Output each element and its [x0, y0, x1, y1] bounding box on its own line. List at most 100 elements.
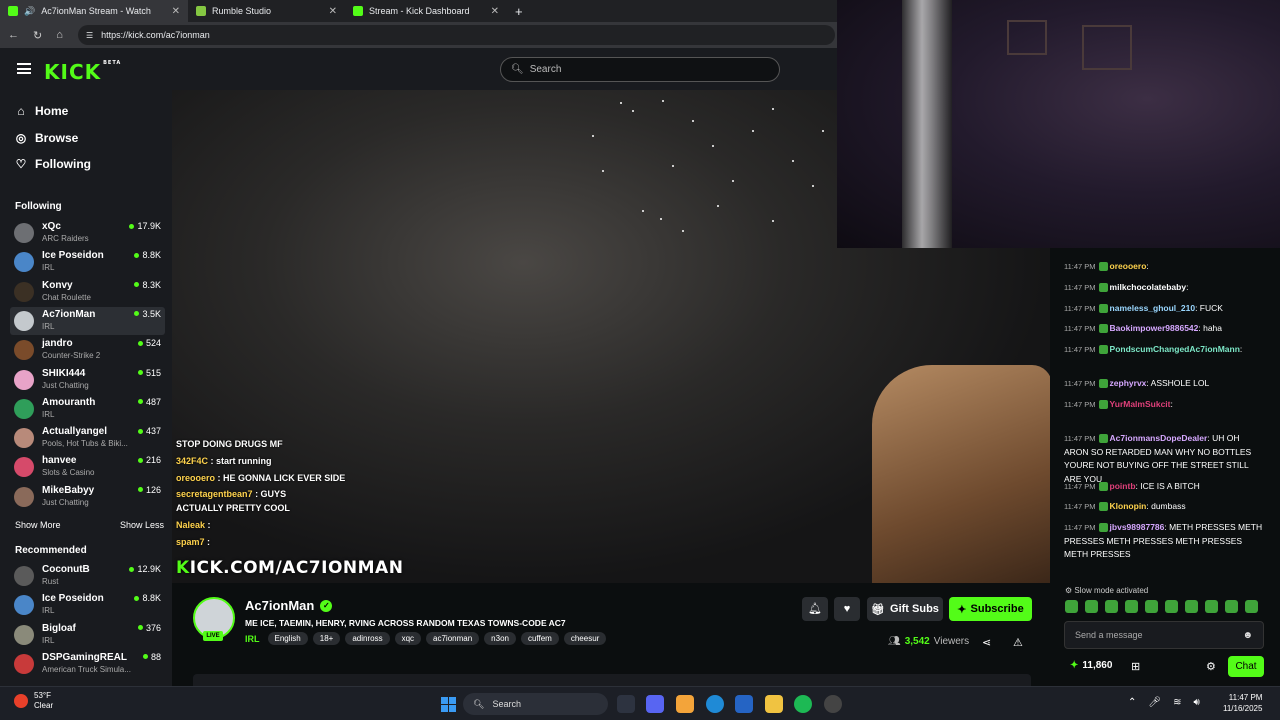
emote-icon[interactable] [1125, 600, 1138, 613]
task-view-icon[interactable] [617, 695, 635, 713]
chat-username[interactable]: Ac7ionmansDopeDealer [1110, 433, 1208, 443]
speaker-icon[interactable]: 🔊 [24, 6, 35, 17]
home-icon[interactable]: ⌂ [56, 29, 63, 41]
subscribe-button[interactable]: ✦ Subscribe [949, 597, 1032, 621]
category-link[interactable]: IRL [245, 634, 260, 644]
emoji-picker-icon[interactable]: ☻ [1242, 630, 1253, 641]
stream-tag[interactable]: adinross [345, 632, 390, 645]
follow-heart-icon[interactable]: ♥ [834, 597, 860, 621]
back-icon[interactable]: ← [8, 29, 19, 41]
new-tab-button[interactable]: + [507, 0, 531, 22]
copilot-icon[interactable] [676, 695, 694, 713]
channel-points[interactable]: ✦ 11,860 [1070, 660, 1112, 671]
volume-icon[interactable]: 🔊︎ [1193, 697, 1199, 708]
emote-icon[interactable] [1065, 600, 1078, 613]
stream-tag[interactable]: xqc [394, 632, 422, 645]
emote-icon[interactable] [1145, 600, 1158, 613]
chat-message-input[interactable]: Send a message ☻ [1064, 621, 1264, 649]
sidebar-channel-item[interactable]: jandro Counter-Strike 2 524 [10, 336, 165, 364]
stream-tag[interactable]: cuffem [520, 632, 559, 645]
chat-settings-icon[interactable]: ⚙ [1206, 660, 1216, 673]
stream-tag[interactable]: 18+ [312, 632, 341, 645]
sidebar-channel-item[interactable]: Ice Poseidon IRL 8.8K [10, 591, 165, 619]
chat-username[interactable]: zephyrvx [1110, 378, 1147, 388]
chat-message[interactable]: 11:47 PM YurMalmSukcit: [1064, 398, 1264, 412]
sidebar-channel-item[interactable]: xQc ARC Raiders 17.9K [10, 219, 165, 247]
tab-ac7ionman[interactable]: 🔊 Ac7ionMan Stream - Watch ✕ [0, 0, 188, 22]
sidebar-channel-item[interactable]: Konvy Chat Roulette 8.3K [10, 278, 165, 306]
chat-username[interactable]: pointb [1110, 481, 1136, 491]
spotify-icon[interactable] [794, 695, 812, 713]
emote-icon[interactable] [1165, 600, 1178, 613]
file-explorer-icon[interactable] [765, 695, 783, 713]
search-input[interactable]: 🔍︎ Search [500, 57, 780, 82]
tab-kick-dashboard[interactable]: Stream - Kick Dashboard ✕ [345, 0, 507, 22]
chat-message[interactable]: 11:47 PM oreooero: [1064, 260, 1264, 274]
show-less-button[interactable]: Show Less [120, 520, 164, 530]
chat-message[interactable]: 11:47 PM milkchocolatebaby: [1064, 281, 1264, 295]
chat-username[interactable]: Baokimpower9886542 [1110, 323, 1199, 333]
chat-message[interactable]: 11:47 PM Baokimpower9886542: haha [1064, 322, 1264, 336]
nav-home[interactable]: ⌂ Home [15, 104, 68, 118]
close-icon[interactable]: ✕ [172, 6, 180, 17]
teams-icon[interactable] [646, 695, 664, 713]
streamer-name[interactable]: Ac7ionMan ✓ [245, 598, 333, 613]
reload-icon[interactable]: ↻ [33, 29, 42, 42]
emote-icon[interactable] [1185, 600, 1198, 613]
store-icon[interactable] [735, 695, 753, 713]
emote-icon[interactable] [1205, 600, 1218, 613]
sidebar-channel-item[interactable]: DSPGamingREAL American Truck Simula... 88 [10, 650, 165, 678]
close-icon[interactable]: ✕ [329, 6, 337, 17]
edge-icon[interactable] [706, 695, 724, 713]
taskbar-search[interactable]: 🔍︎ Search [463, 693, 608, 715]
emote-icon[interactable] [1225, 600, 1238, 613]
obs-icon[interactable] [824, 695, 842, 713]
report-icon[interactable]: ⚠ [1013, 636, 1023, 649]
emote-icon[interactable] [1085, 600, 1098, 613]
chat-message[interactable]: 11:47 PM pointb: ICE IS A BITCH [1064, 480, 1264, 494]
chat-username[interactable]: Klonopin [1110, 501, 1147, 511]
close-icon[interactable]: ✕ [491, 6, 499, 17]
weather-widget[interactable]: 53°F Clear [14, 691, 53, 711]
sidebar-channel-item[interactable]: SHIKI444 Just Chatting 515 [10, 366, 165, 394]
chat-username[interactable]: oreooero [1110, 261, 1147, 271]
url-field[interactable]: ☰ https://kick.com/ac7ionman [78, 25, 835, 45]
hamburger-menu-icon[interactable] [17, 63, 31, 74]
sidebar-channel-item[interactable]: CoconutB Rust 12.9K [10, 562, 165, 590]
tab-rumble-studio[interactable]: Rumble Studio ✕ [188, 0, 345, 22]
chat-gift-icon[interactable]: ⊞ [1131, 660, 1140, 673]
emote-icon[interactable] [1245, 600, 1258, 613]
sidebar-channel-item[interactable]: Ac7ionMan IRL 3.5K [10, 306, 165, 335]
chat-username[interactable]: YurMalmSukcit [1110, 399, 1171, 409]
nav-browse[interactable]: ◎ Browse [15, 131, 79, 145]
chat-message[interactable]: 11:47 PM Klonopin: dumbass [1064, 500, 1264, 514]
wifi-icon[interactable]: ≋ [1173, 697, 1181, 708]
notification-bell-icon[interactable]: 🔔︎ [802, 597, 828, 621]
sidebar-channel-item[interactable]: hanvee Slots & Casino 216 [10, 453, 165, 481]
chat-message[interactable]: 11:47 PM PondscumChangedAc7ionMann: [1064, 343, 1264, 357]
emote-icon[interactable] [1105, 600, 1118, 613]
chat-message[interactable]: 11:47 PM Ac7ionmansDopeDealer: UH OH ARON… [1064, 432, 1264, 486]
stream-tag[interactable]: English [267, 632, 308, 645]
chat-message[interactable]: 11:47 PM nameless_ghoul_210: FUCK [1064, 302, 1264, 316]
microphone-icon[interactable]: 🎤︎ [1148, 697, 1161, 708]
stream-tag[interactable]: ac7ionman [426, 632, 480, 645]
share-icon[interactable]: ⋖ [982, 636, 991, 649]
chat-message[interactable]: 11:47 PM jbvs98987786: METH PRESSES METH … [1064, 521, 1264, 562]
chat-send-button[interactable]: Chat [1228, 656, 1264, 677]
chat-username[interactable]: milkchocolatebaby [1110, 282, 1187, 292]
sidebar-channel-item[interactable]: Amouranth IRL 487 [10, 395, 165, 423]
nav-following[interactable]: ♡ Following [15, 157, 91, 171]
show-more-button[interactable]: Show More [15, 520, 61, 530]
chevron-up-icon[interactable]: ⌃ [1128, 697, 1136, 708]
site-info-icon[interactable]: ☰ [86, 31, 93, 40]
windows-start-icon[interactable] [441, 697, 456, 712]
sidebar-channel-item[interactable]: MikeBabyy Just Chatting 126 [10, 483, 165, 511]
kick-logo[interactable]: KICK BETA [44, 60, 121, 84]
chat-username[interactable]: nameless_ghoul_210 [1110, 303, 1196, 313]
chat-message[interactable]: 11:47 PM zephyrvx: ASSHOLE LOL [1064, 377, 1264, 391]
sidebar-channel-item[interactable]: Actuallyangel Pools, Hot Tubs & Biki... 43… [10, 424, 165, 452]
sidebar-channel-item[interactable]: Ice Poseidon IRL 8.8K [10, 248, 165, 276]
stream-tag[interactable]: n3on [484, 632, 516, 645]
stream-tag[interactable]: cheesur [563, 632, 607, 645]
